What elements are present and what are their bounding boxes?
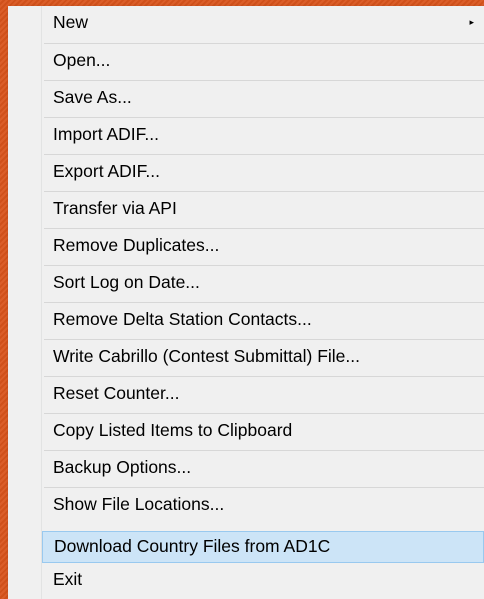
menu-icon-gutter-divider [41,6,42,599]
menu-item-remove-duplicates[interactable]: Remove Duplicates... [44,228,484,260]
menu-item-label: Copy Listed Items to Clipboard [53,420,293,440]
menu-item-save-as[interactable]: Save As... [44,80,484,112]
menu-item-label: Reset Counter... [53,383,180,403]
menu-item-label: Remove Duplicates... [53,235,220,255]
menu-item-show-file-locations[interactable]: Show File Locations... [44,487,484,519]
menu-item-new[interactable]: New ▸ [44,6,484,38]
menu-item-label: Backup Options... [53,457,192,477]
menu-item-import-adif[interactable]: Import ADIF... [44,117,484,149]
menu-item-label: Write Cabrillo (Contest Submittal) File.… [53,346,360,366]
menu-item-label: Show File Locations... [53,494,225,514]
menu-item-sort-log-on-date[interactable]: Sort Log on Date... [44,265,484,297]
menu-item-label: Download Country Files from AD1C [54,536,331,556]
menu-item-write-cabrillo-file[interactable]: Write Cabrillo (Contest Submittal) File.… [44,339,484,371]
menu-item-label: Open... [53,50,111,70]
menu-item-download-country-files[interactable]: Download Country Files from AD1C [42,531,484,563]
menu-item-copy-listed-items[interactable]: Copy Listed Items to Clipboard [44,413,484,445]
menu-item-label: Import ADIF... [53,124,159,144]
menu-item-remove-delta-station-contacts[interactable]: Remove Delta Station Contacts... [44,302,484,334]
menu-item-exit[interactable]: Exit [44,563,484,595]
submenu-arrow-icon: ▸ [469,17,474,27]
menu-item-transfer-via-api[interactable]: Transfer via API [44,191,484,223]
file-menu: New ▸ Open... Save As... Import ADIF... … [8,6,484,599]
menu-item-label: New [53,12,89,32]
menu-item-label: Transfer via API [53,198,177,218]
menu-item-reset-counter[interactable]: Reset Counter... [44,376,484,408]
menu-item-label: Sort Log on Date... [53,272,200,292]
menu-item-label: Remove Delta Station Contacts... [53,309,312,329]
menu-item-label: Save As... [53,87,132,107]
menu-item-export-adif[interactable]: Export ADIF... [44,154,484,186]
menu-item-open[interactable]: Open... [44,43,484,75]
menu-item-label: Exit [53,569,83,589]
menu-item-label: Export ADIF... [53,161,160,181]
menu-item-backup-options[interactable]: Backup Options... [44,450,484,482]
